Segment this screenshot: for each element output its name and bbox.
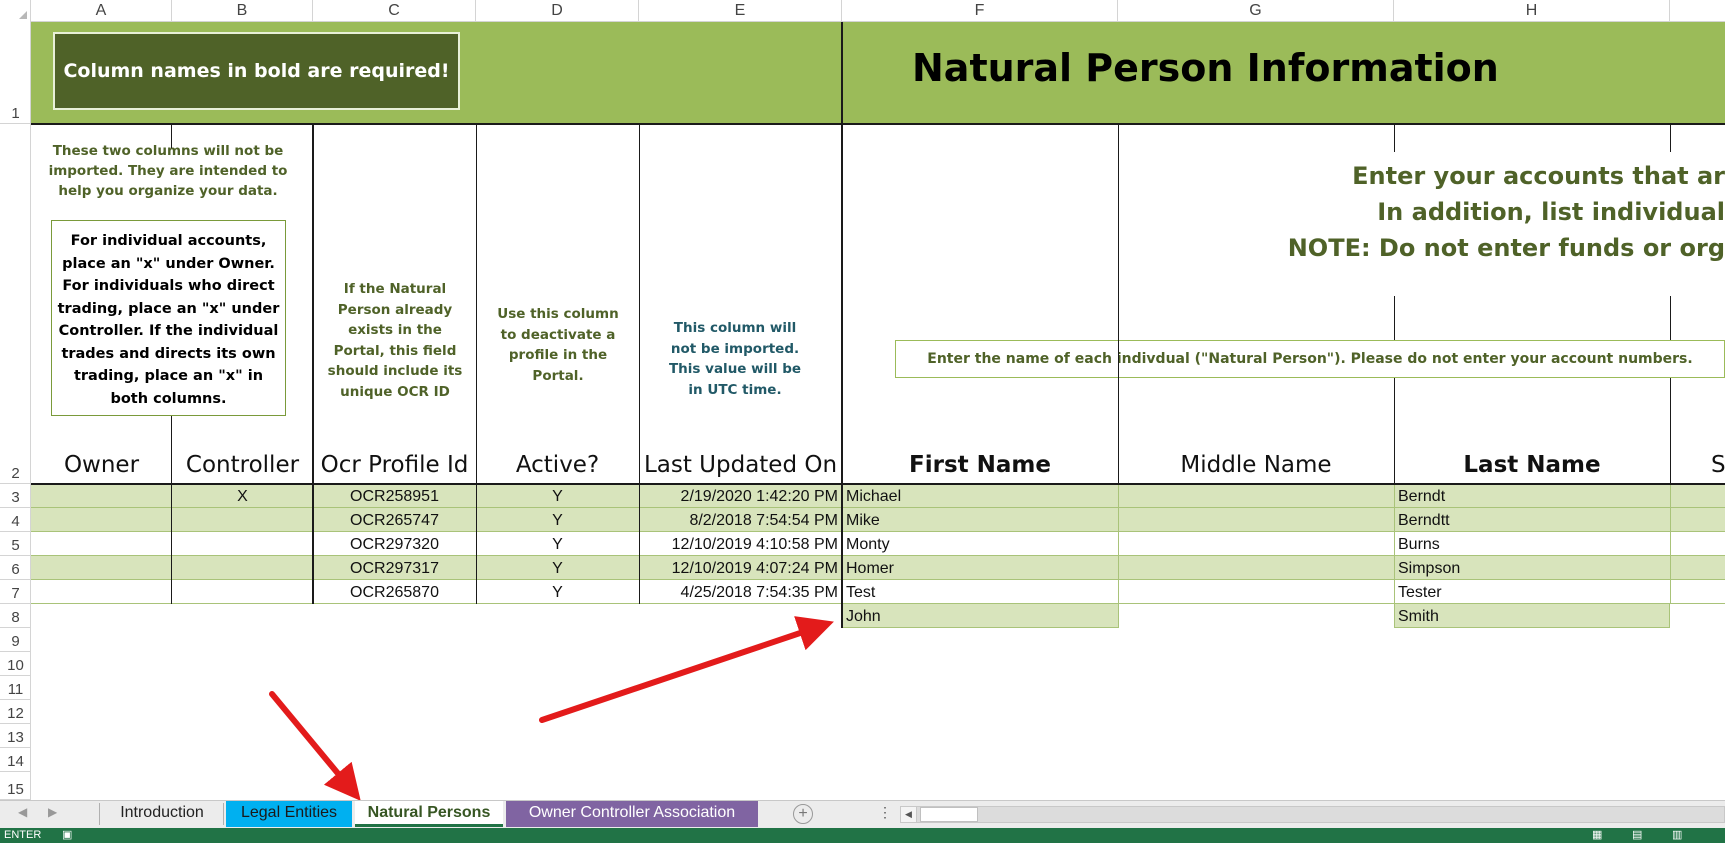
macro-record-icon[interactable]: ▣ [62,828,72,841]
tab-split-handle-icon[interactable]: ⋮ [878,804,892,821]
arrow-to-natural-persons-tab [269,691,361,801]
normal-view-icon[interactable]: ▦ [1592,828,1602,841]
annotation-arrows [269,616,834,801]
tab-legal-entities[interactable]: Legal Entities [226,801,352,827]
arrow-to-john-row [539,616,834,723]
tab-introduction[interactable]: Introduction [101,801,223,827]
scroll-left-arrow-icon[interactable]: ◀ [900,806,917,823]
add-sheet-icon[interactable]: + [793,804,813,824]
sheet-tab-bar: ◀ ▶ Introduction Legal Entities Natural … [0,800,1725,828]
page-break-view-icon[interactable]: ▥ [1672,828,1682,841]
scrollbar-thumb[interactable] [920,807,978,822]
tab-natural-persons[interactable]: Natural Persons [355,801,503,827]
tab-scroll-right-icon[interactable]: ▶ [48,805,57,819]
status-mode: ENTER [4,829,42,841]
status-bar: ENTER ▣ ▦ ▤ ▥ [0,828,1725,843]
tab-owner-controller-association[interactable]: Owner Controller Association [506,801,758,827]
horizontal-scrollbar[interactable] [900,806,1725,823]
page-layout-view-icon[interactable]: ▤ [1632,828,1642,841]
tab-scroll-left-icon[interactable]: ◀ [18,805,27,819]
